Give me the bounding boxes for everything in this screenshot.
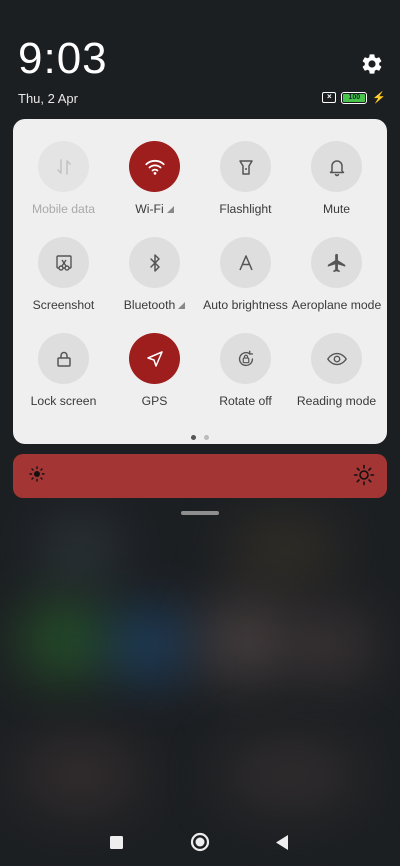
flashlight-icon (220, 141, 271, 192)
bluetooth-icon (129, 237, 180, 288)
tile-mobile-data[interactable]: Mobile data (18, 141, 109, 217)
scissors-icon (38, 237, 89, 288)
tile-label: Bluetooth (123, 298, 176, 312)
tile-auto-brightness[interactable]: Auto brightness (200, 237, 291, 313)
airplane-icon (311, 237, 362, 288)
tile-label: Screenshot (32, 298, 95, 312)
rotate-lock-icon (220, 333, 271, 384)
tile-label: GPS (141, 394, 168, 408)
tile-label: Reading mode (296, 394, 377, 408)
brightness-low-icon (29, 466, 45, 482)
quick-settings-panel: Mobile data Wi-Fi Flashlight Mute Screen… (13, 119, 387, 444)
battery-level: 100 (343, 93, 366, 102)
tile-label: Flashlight (219, 202, 272, 216)
page-dot-2[interactable] (204, 435, 209, 440)
page-dot-1[interactable] (191, 435, 196, 440)
tile-bluetooth[interactable]: Bluetooth (109, 237, 200, 313)
recents-square-icon[interactable] (110, 836, 123, 854)
status-icons: × 100 ⚡ (322, 91, 386, 104)
battery-icon: 100 (341, 91, 368, 104)
brightness-high-icon (353, 464, 375, 486)
back-triangle-icon[interactable] (276, 835, 289, 855)
expand-triangle-icon (178, 302, 186, 309)
tile-gps[interactable]: GPS (109, 333, 200, 409)
wifi-icon (129, 141, 180, 192)
tile-label: Mute (322, 202, 351, 216)
tile-reading-mode[interactable]: Reading mode (291, 333, 382, 409)
tile-label: Wi-Fi (135, 202, 164, 216)
tile-label: Aeroplane mode (291, 298, 382, 312)
tile-mute[interactable]: Mute (291, 141, 382, 217)
expand-triangle-icon (166, 206, 174, 213)
date-label: Thu, 2 Apr (18, 91, 78, 106)
tile-rotate-off[interactable]: Rotate off (200, 333, 291, 409)
auto-brightness-icon (220, 237, 271, 288)
tile-flashlight[interactable]: Flashlight (200, 141, 291, 217)
page-indicator (13, 435, 387, 440)
tile-label: Rotate off (219, 394, 272, 408)
tile-aeroplane-mode[interactable]: Aeroplane mode (291, 237, 382, 313)
no-sim-icon: × (322, 92, 337, 103)
tile-label: Mobile data (31, 202, 95, 216)
navigation-bar (0, 828, 400, 856)
location-arrow-icon (129, 333, 180, 384)
bell-icon (311, 141, 362, 192)
tile-label: Auto brightness (203, 298, 288, 312)
brightness-slider[interactable] (13, 454, 387, 498)
drag-handle[interactable] (181, 511, 219, 515)
charging-bolt-icon: ⚡ (372, 92, 386, 104)
settings-gear-icon[interactable] (360, 52, 384, 76)
home-circle-icon[interactable] (190, 832, 210, 857)
clock: 9:03 (18, 34, 108, 83)
tile-lock-screen[interactable]: Lock screen (18, 333, 109, 409)
eye-icon (311, 333, 362, 384)
mobile-data-icon (38, 141, 89, 192)
tile-wifi[interactable]: Wi-Fi (109, 141, 200, 217)
tile-label: Lock screen (30, 394, 97, 408)
tile-screenshot[interactable]: Screenshot (18, 237, 109, 313)
lock-icon (38, 333, 89, 384)
